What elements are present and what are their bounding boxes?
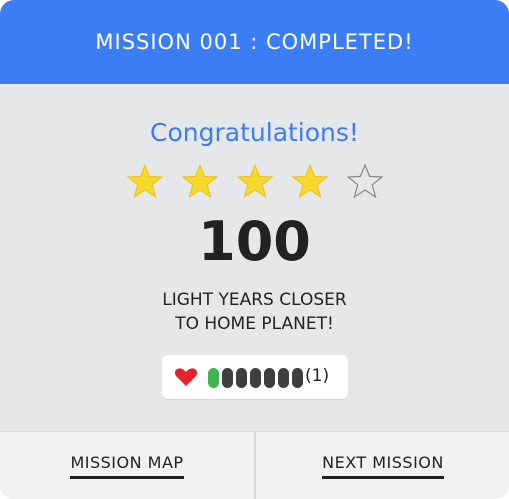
star-empty-icon [347,164,383,198]
mission-map-button[interactable]: MISSION MAP [0,432,254,499]
mission-header: MISSION 001 : COMPLETED! [0,0,509,84]
lives-count: (1) [305,366,330,386]
next-mission-label: NEXT MISSION [322,453,444,479]
star-rating [127,164,387,200]
health-segment-empty [250,368,261,388]
heart-icon [174,367,198,391]
result-message: LIGHT YEARS CLOSER TO HOME PLANET! [0,288,509,336]
health-segment-empty [236,368,247,388]
mission-complete-card: MISSION 001 : COMPLETED! Congratulations… [0,0,509,499]
footer-actions: MISSION MAP NEXT MISSION [0,431,509,499]
star-filled-icon [292,164,328,198]
mission-title: MISSION 001 : COMPLETED! [95,30,414,54]
congratulations-text: Congratulations! [150,118,359,147]
health-segment-empty [292,368,303,388]
result-panel: Congratulations! 100 LIGHT YEARS CLOSER … [0,84,509,431]
next-mission-button[interactable]: NEXT MISSION [256,432,509,499]
message-line-2: TO HOME PLANET! [175,314,334,334]
health-segment-empty [278,368,289,388]
star-filled-icon [237,164,273,198]
score-value: 100 [198,210,311,273]
health-segment-empty [222,368,233,388]
mission-map-label: MISSION MAP [70,453,184,479]
star-filled-icon [182,164,218,198]
star-filled-icon [127,164,163,198]
health-segment-empty [264,368,275,388]
message-line-1: LIGHT YEARS CLOSER [162,290,347,310]
health-segment-filled [208,368,219,388]
health-meter: (1) [162,355,348,399]
